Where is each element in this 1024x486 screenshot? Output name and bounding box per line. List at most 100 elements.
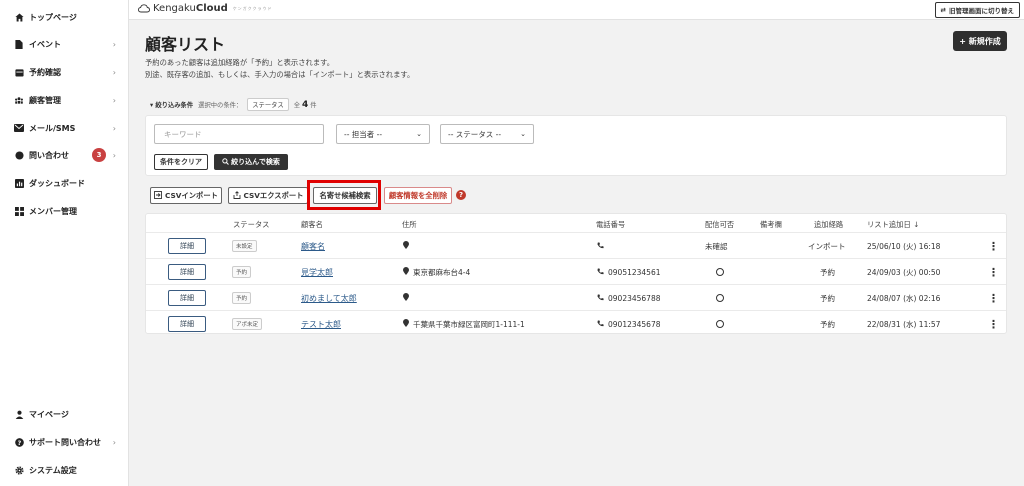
chevron-right-icon: › xyxy=(112,95,116,105)
phone-number: 09023456788 xyxy=(608,293,661,303)
chat-icon xyxy=(14,150,24,160)
deliverable-status: 未確認 xyxy=(705,241,728,251)
csv-import-button[interactable]: CSVインポート xyxy=(150,187,222,204)
more-vertical-icon[interactable]: ⋮ xyxy=(988,266,999,279)
chevron-right-icon: › xyxy=(112,67,116,77)
switch-icon: ⇄ xyxy=(940,6,946,14)
logo[interactable]: Kengaku Cloud ケンガククラウド xyxy=(138,3,273,14)
chevron-right-icon: › xyxy=(112,150,116,160)
header-deliverable[interactable]: 配信可否 xyxy=(705,220,734,230)
highlight-annotation xyxy=(307,180,381,210)
detail-button[interactable]: 詳細 xyxy=(168,290,206,306)
sidebar-item-label: トップページ xyxy=(29,12,77,22)
sidebar-item-label: ダッシュボード xyxy=(29,178,85,188)
notification-badge: 3 xyxy=(92,148,106,162)
phone-icon xyxy=(597,241,604,251)
customer-table: ステータス 顧客名 住所 電話番号 配信可否 備考欄 追加経路 リスト追加日 ↓… xyxy=(145,213,1007,334)
help-icon[interactable]: ? xyxy=(456,190,466,200)
sidebar-item-top[interactable]: トップページ xyxy=(0,7,128,27)
assignee-select[interactable]: -- 担当者 -- ⌄ xyxy=(336,124,430,144)
switch-legacy-admin-button[interactable]: ⇄ 旧管理画面に切り替え xyxy=(934,2,1020,18)
page-description-line2: 別途、既存客の追加、もしくは、手入力の場合は「インポート」と表示されます。 xyxy=(145,70,415,79)
detail-button[interactable]: 詳細 xyxy=(168,238,206,254)
sidebar-item-event[interactable]: イベント › xyxy=(0,34,128,54)
help-circle-icon: ? xyxy=(14,437,24,447)
search-icon xyxy=(222,157,230,167)
person-icon xyxy=(14,409,24,419)
logo-tag: ケンガククラウド xyxy=(232,5,273,11)
gear-icon xyxy=(14,465,24,475)
filter-search-button[interactable]: 絞り込んで検索 xyxy=(214,154,288,170)
map-pin-icon xyxy=(403,241,409,251)
sidebar-item-mail[interactable]: メール/SMS › xyxy=(0,118,128,138)
add-route: 予約 xyxy=(820,267,835,277)
add-route: 予約 xyxy=(820,293,835,303)
header-address[interactable]: 住所 xyxy=(402,220,417,230)
new-customer-button[interactable]: + 新規作成 xyxy=(953,31,1007,51)
header-added-date[interactable]: リスト追加日 ↓ xyxy=(867,220,919,230)
deliverable-status xyxy=(716,285,724,311)
deliverable-ok-icon xyxy=(716,320,724,328)
more-vertical-icon[interactable]: ⋮ xyxy=(988,240,999,253)
sidebar-item-support[interactable]: ? サポート問い合わせ › xyxy=(0,432,128,452)
status-badge: 予約 xyxy=(232,266,252,278)
filter-toggle[interactable]: ▾ 絞り込み条件 xyxy=(150,100,193,109)
table-row: 詳細 アポ未定 テスト太郎 千葉県千葉市緑区富岡町1-111-1 0901234… xyxy=(146,310,1006,336)
customer-name-link[interactable]: 見学太郎 xyxy=(301,267,333,278)
keyword-input[interactable] xyxy=(154,124,324,144)
customer-name-link[interactable]: 初めまして太郎 xyxy=(301,293,357,304)
status-badge: 予約 xyxy=(232,292,252,304)
result-count: 全 4 件 xyxy=(293,99,317,110)
added-date: 25/06/10 (火) 16:18 xyxy=(867,241,941,251)
import-icon xyxy=(154,190,162,201)
phone-number: 09051234561 xyxy=(608,267,661,277)
grid-icon xyxy=(14,206,24,216)
header-status[interactable]: ステータス xyxy=(233,220,269,230)
chevron-down-icon: ⌄ xyxy=(416,130,422,138)
mail-icon xyxy=(14,123,24,133)
sidebar-item-settings[interactable]: システム設定 xyxy=(0,460,128,480)
calendar-icon xyxy=(14,67,24,77)
more-vertical-icon[interactable]: ⋮ xyxy=(988,318,999,331)
sidebar-item-members[interactable]: メンバー管理 xyxy=(0,201,128,221)
sidebar-item-customers[interactable]: 顧客管理 › xyxy=(0,90,128,110)
switch-label: 旧管理画面に切り替え xyxy=(949,7,1014,15)
detail-button[interactable]: 詳細 xyxy=(168,316,206,332)
map-pin-icon xyxy=(403,293,409,303)
delete-all-customers-button[interactable]: 顧客情報を全削除 xyxy=(384,187,452,204)
status-select[interactable]: -- ステータス -- ⌄ xyxy=(440,124,534,144)
more-vertical-icon[interactable]: ⋮ xyxy=(988,292,999,305)
customer-name-link[interactable]: テスト太郎 xyxy=(301,319,341,330)
customer-name-link[interactable]: 顧客名 xyxy=(301,241,325,252)
header-route[interactable]: 追加経路 xyxy=(814,220,843,230)
sidebar-item-label: イベント xyxy=(29,39,61,49)
document-icon xyxy=(14,39,24,49)
sidebar-item-mypage[interactable]: マイページ xyxy=(0,404,128,424)
map-pin-icon xyxy=(403,319,409,329)
header-phone[interactable]: 電話番号 xyxy=(596,220,625,230)
sidebar-item-inquiry[interactable]: 問い合わせ 3 › xyxy=(0,145,128,165)
home-icon xyxy=(14,12,24,22)
detail-button[interactable]: 詳細 xyxy=(168,264,206,280)
address: 東京都麻布台4-4 xyxy=(413,267,471,277)
filter-header: ▾ 絞り込み条件 選択中の条件： ステータス 全 4 件 xyxy=(150,98,317,111)
add-route: 予約 xyxy=(820,319,835,329)
deliverable-ok-icon xyxy=(716,268,724,276)
sidebar-item-label: メンバー管理 xyxy=(29,206,77,216)
cloud-logo-icon xyxy=(138,4,150,13)
chart-icon xyxy=(14,178,24,188)
added-date: 24/09/03 (火) 00:50 xyxy=(867,267,941,277)
sidebar-item-dashboard[interactable]: ダッシュボード xyxy=(0,173,128,193)
header-name[interactable]: 顧客名 xyxy=(301,220,323,230)
header-note[interactable]: 備考欄 xyxy=(760,220,782,230)
csv-export-button[interactable]: CSVエクスポート xyxy=(228,187,308,204)
page-title: 顧客リスト xyxy=(145,35,226,54)
sidebar-item-reservation[interactable]: 予約確認 › xyxy=(0,62,128,82)
selected-conditions-label: 選択中の条件： xyxy=(198,102,243,109)
sidebar-item-label: システム設定 xyxy=(29,465,77,475)
table-row: 詳細 未設定 顧客名 未確認 インポート 25/06/10 (火) 16:18 … xyxy=(146,232,1006,258)
phone-icon xyxy=(597,293,604,303)
sidebar-item-label: メール/SMS xyxy=(29,123,76,133)
filter-panel: -- 担当者 -- ⌄ -- ステータス -- ⌄ 条件をクリア 絞り込んで検索 xyxy=(145,115,1007,176)
clear-conditions-button[interactable]: 条件をクリア xyxy=(154,154,208,170)
